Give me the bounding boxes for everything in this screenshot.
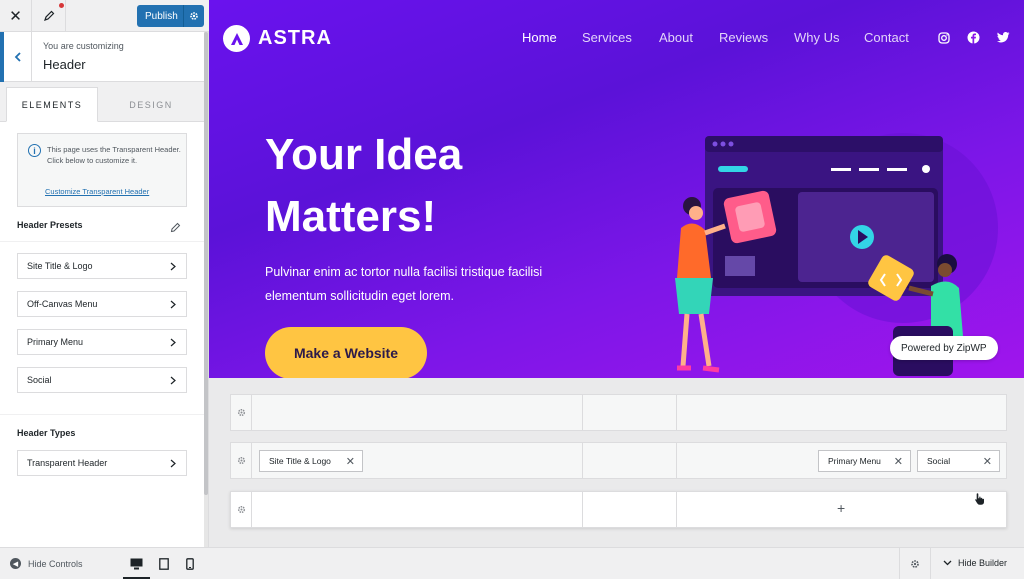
hero-description: Pulvinar enim ac tortor nulla facilisi t… (265, 265, 543, 303)
hide-controls-button[interactable]: ◀ Hide Controls (10, 558, 83, 569)
builder-row-above-header[interactable] (230, 394, 1007, 431)
chevron-right-icon (170, 376, 176, 385)
astra-logo-icon (223, 25, 250, 52)
transparent-header-notice: i This page uses the Transparent Header.… (17, 133, 187, 207)
publish-button[interactable]: Publish (137, 5, 204, 27)
notice-text: This page uses the Transparent Header. C… (47, 145, 181, 165)
column-divider (582, 395, 583, 430)
builder-footer: Hide Builder (209, 547, 1024, 579)
mobile-preview-icon[interactable] (183, 557, 197, 571)
nav-home[interactable]: Home (522, 30, 557, 45)
column-divider (582, 492, 583, 527)
hide-controls-label: Hide Controls (28, 558, 83, 569)
header-types-title: Header Types (17, 428, 76, 438)
chip-label: Social (927, 456, 951, 466)
desktop-preview-icon[interactable] (129, 557, 143, 571)
type-label: Transparent Header (27, 458, 108, 468)
back-chevron-icon[interactable] (0, 32, 32, 82)
hero-title: Your Idea Matters! (265, 130, 463, 241)
preset-social[interactable]: Social (17, 367, 187, 393)
row-settings-gear-icon[interactable] (231, 492, 252, 527)
column-divider (676, 395, 677, 430)
logo-text: ASTRA (258, 27, 332, 49)
customizer-topbar: ✕ Publish (0, 0, 209, 32)
builder-row-below-header[interactable]: + (230, 491, 1007, 528)
nav-about[interactable]: About (659, 30, 693, 45)
chevron-right-icon (170, 262, 176, 271)
header-presets-title: Header Presets (17, 220, 83, 230)
tab-design[interactable]: DESIGN (98, 87, 204, 122)
chip-social[interactable]: Social ✕ (917, 450, 1000, 472)
builder-settings-gear-icon[interactable] (899, 548, 931, 579)
remove-x-icon[interactable]: ✕ (346, 455, 355, 468)
facebook-icon[interactable] (967, 31, 980, 44)
divider (0, 241, 204, 242)
customizing-label: You are customizing (43, 41, 124, 51)
chevron-right-icon (170, 338, 176, 347)
builder-row-primary-header[interactable]: Site Title & Logo ✕ Primary Menu ✕ Socia… (230, 442, 1007, 479)
hide-builder-button[interactable]: Hide Builder (943, 558, 1007, 568)
hide-builder-label: Hide Builder (958, 558, 1008, 568)
publish-settings-gear-icon[interactable] (183, 5, 204, 27)
nav-why-us[interactable]: Why Us (794, 30, 840, 45)
tablet-preview-icon[interactable] (157, 557, 171, 571)
publish-label: Publish (145, 10, 178, 22)
panel-tabs: ELEMENTS DESIGN (0, 87, 204, 122)
sidebar-footer: ◀ Hide Controls (0, 547, 209, 579)
row-settings-gear-icon[interactable] (231, 395, 252, 430)
preset-label: Social (27, 375, 52, 385)
nav-contact[interactable]: Contact (864, 30, 909, 45)
remove-x-icon[interactable]: ✕ (894, 455, 903, 468)
customizing-header: You are customizing Header (0, 32, 204, 82)
customize-transparent-header-link[interactable]: Customize Transparent Header (45, 187, 149, 196)
preset-primary-menu[interactable]: Primary Menu (17, 329, 187, 355)
remove-x-icon[interactable]: ✕ (983, 455, 992, 468)
chip-site-title-logo[interactable]: Site Title & Logo ✕ (259, 450, 363, 472)
collapse-arrow-icon: ◀ (10, 558, 21, 569)
customizer-sidebar: ✕ Publish You are customizing Header ELE… (0, 0, 209, 579)
edit-pencil-icon[interactable] (170, 220, 181, 238)
info-icon: i (28, 144, 41, 157)
chevron-right-icon (170, 459, 176, 468)
chip-label: Site Title & Logo (269, 456, 331, 466)
add-element-plus-icon[interactable]: + (837, 500, 845, 516)
site-preview[interactable]: ASTRA Home Services About Reviews Why Us… (209, 0, 1024, 378)
chip-label: Primary Menu (828, 456, 881, 466)
column-divider (676, 492, 677, 527)
elements-panel: i This page uses the Transparent Header.… (0, 122, 204, 547)
customizing-title: Header (43, 57, 86, 72)
make-website-button[interactable]: Make a Website (265, 327, 427, 378)
preset-label: Primary Menu (27, 337, 84, 347)
nav-services[interactable]: Services (582, 30, 632, 45)
close-icon[interactable]: ✕ (0, 0, 32, 32)
powered-by-zipwp-badge[interactable]: Powered by ZipWP (890, 336, 998, 360)
twitter-icon[interactable] (997, 31, 1010, 44)
divider (0, 414, 204, 415)
preset-label: Site Title & Logo (27, 261, 93, 271)
header-builder: Site Title & Logo ✕ Primary Menu ✕ Socia… (209, 378, 1024, 547)
column-divider (676, 443, 677, 478)
preset-label: Off-Canvas Menu (27, 299, 98, 309)
type-transparent-header[interactable]: Transparent Header (17, 450, 187, 476)
notification-dot (59, 3, 64, 8)
chip-primary-menu[interactable]: Primary Menu ✕ (818, 450, 911, 472)
chevron-right-icon (170, 300, 176, 309)
nav-reviews[interactable]: Reviews (719, 30, 768, 45)
chevron-down-icon (943, 560, 952, 566)
site-logo[interactable]: ASTRA (223, 25, 332, 52)
row-settings-gear-icon[interactable] (231, 443, 252, 478)
instagram-icon[interactable] (937, 31, 950, 44)
tab-elements[interactable]: ELEMENTS (6, 87, 98, 122)
column-divider (582, 443, 583, 478)
preset-site-title-logo[interactable]: Site Title & Logo (17, 253, 187, 279)
preset-off-canvas-menu[interactable]: Off-Canvas Menu (17, 291, 187, 317)
hand-pointer-icon (974, 492, 985, 506)
sidebar-scrollbar-thumb[interactable] (204, 32, 208, 495)
